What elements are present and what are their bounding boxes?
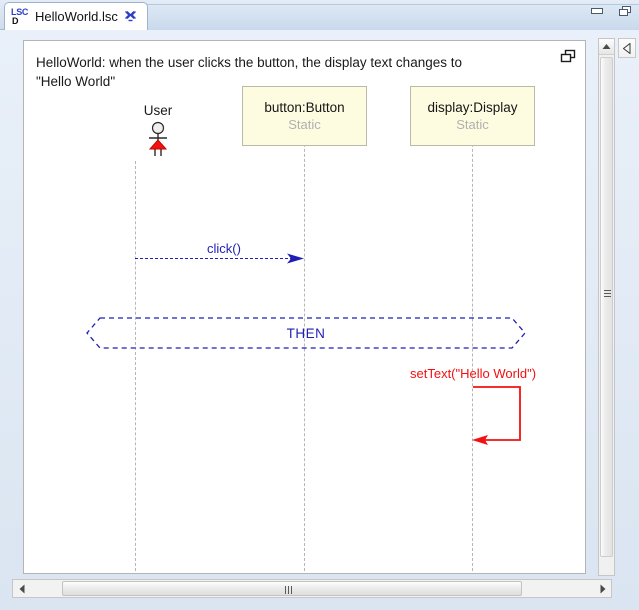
lsc-icon-bottom-text: D — [12, 15, 19, 26]
tab-strip-empty-area — [134, 4, 639, 30]
instance-sub-button: Static — [288, 117, 321, 132]
scroll-right-icon[interactable] — [593, 580, 611, 597]
lsc-diagram-canvas[interactable]: HelloWorld: when the user clicks the but… — [23, 40, 586, 574]
message-line-click[interactable] — [135, 258, 293, 259]
minimize-icon[interactable] — [589, 4, 605, 18]
window-controls — [589, 4, 633, 18]
scroll-up-icon[interactable] — [599, 39, 614, 55]
instance-name-button: button:Button — [264, 100, 345, 115]
restore-icon[interactable] — [617, 4, 633, 18]
message-label-settext[interactable]: setText("Hello World") — [410, 366, 536, 381]
instance-name-display: display:Display — [427, 100, 518, 115]
actor-user-label: User — [143, 103, 173, 118]
scroll-left-icon[interactable] — [13, 580, 31, 597]
actor-figure-icon — [148, 121, 168, 156]
horizontal-scrollbar-thumb[interactable] — [62, 581, 522, 596]
grip-icon — [285, 586, 297, 594]
tab-helloworld-lsc[interactable]: LSC D HelloWorld.lsc — [4, 2, 148, 30]
restore-windows-icon[interactable] — [559, 49, 577, 65]
instance-box-button[interactable]: button:Button Static — [242, 86, 367, 146]
grip-icon — [604, 290, 611, 299]
actor-user[interactable]: User — [112, 103, 204, 157]
vertical-scrollbar-thumb[interactable] — [600, 57, 613, 557]
horizontal-scrollbar[interactable] — [12, 579, 612, 598]
vertical-scrollbar[interactable] — [598, 38, 615, 576]
message-arrowhead-click — [287, 251, 307, 266]
application-window: LSC D HelloWorld.lsc HelloWorld: when th… — [0, 0, 639, 610]
editor-body: HelloWorld: when the user clicks the but… — [0, 30, 639, 610]
message-label-click[interactable]: click() — [207, 241, 241, 256]
lifeline-user — [135, 161, 136, 571]
tab-strip: LSC D HelloWorld.lsc — [0, 0, 639, 30]
message-self-settext[interactable] — [472, 386, 528, 446]
instance-sub-display: Static — [456, 117, 489, 132]
collapse-left-icon[interactable] — [618, 38, 636, 58]
lsc-file-icon: LSC D — [11, 7, 29, 27]
close-icon[interactable] — [124, 10, 137, 23]
tab-title: HelloWorld.lsc — [35, 9, 118, 24]
separator-then[interactable]: THEN — [86, 317, 526, 349]
instance-box-display[interactable]: display:Display Static — [410, 86, 535, 146]
separator-then-label: THEN — [286, 325, 326, 341]
